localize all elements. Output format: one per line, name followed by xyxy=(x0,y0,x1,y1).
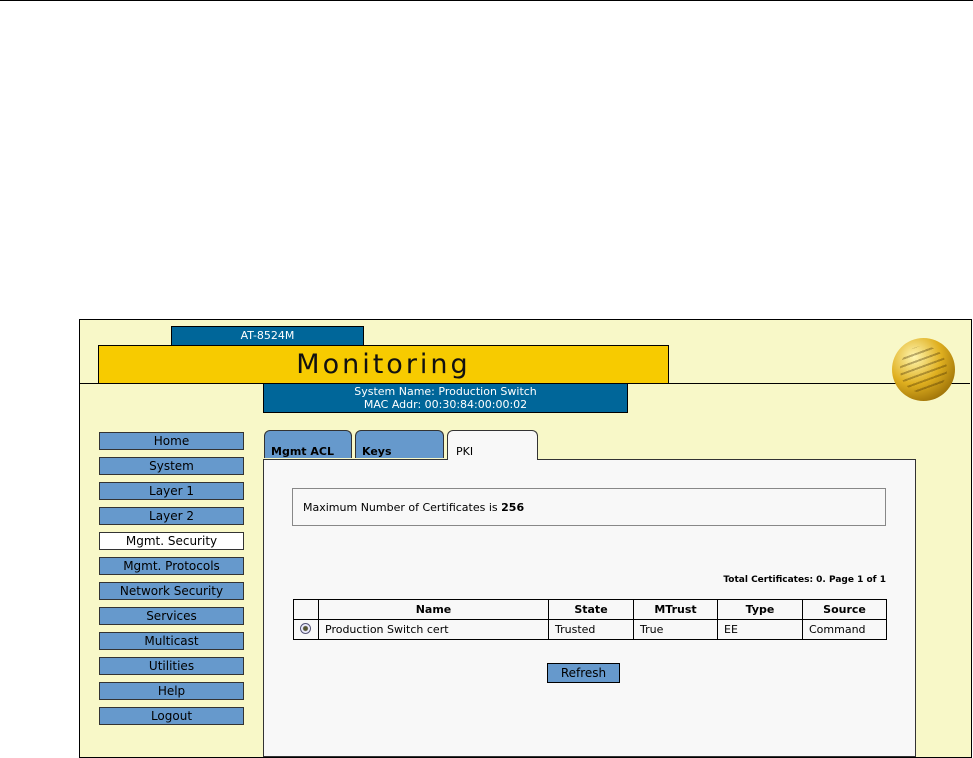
header-state: State xyxy=(548,599,634,620)
page-title: Monitoring xyxy=(98,345,669,384)
system-name: System Name: Production Switch xyxy=(354,385,537,398)
nav-utilities[interactable]: Utilities xyxy=(99,657,244,675)
nav-home[interactable]: Home xyxy=(99,432,244,450)
system-info: System Name: Production Switch MAC Addr:… xyxy=(263,384,628,413)
radio-button[interactable] xyxy=(300,622,311,634)
refresh-button[interactable]: Refresh xyxy=(547,663,620,683)
tab-keys[interactable]: Keys xyxy=(355,430,444,458)
nav-network-security[interactable]: Network Security xyxy=(99,582,244,600)
header-mtrust: MTrust xyxy=(633,599,718,620)
cell-name: Production Switch cert xyxy=(318,619,549,640)
tab-pki[interactable]: PKI xyxy=(447,430,538,460)
table-header: Name State MTrust Type Source xyxy=(293,599,887,620)
top-rule xyxy=(0,0,973,1)
header-name: Name xyxy=(318,599,549,620)
cell-mtrust: True xyxy=(633,619,718,640)
header-select xyxy=(293,599,319,620)
max-certificates-label: Maximum Number of Certificates is xyxy=(303,501,498,514)
header-source: Source xyxy=(802,599,887,620)
cell-source: Command xyxy=(802,619,887,640)
nav-system[interactable]: System xyxy=(99,457,244,475)
nav-services[interactable]: Services xyxy=(99,607,244,625)
max-certificates-box: Maximum Number of Certificates is 256 xyxy=(292,488,886,526)
nav-logout[interactable]: Logout xyxy=(99,707,244,725)
certificates-table: Name State MTrust Type Source Production… xyxy=(293,599,887,640)
nav-help[interactable]: Help xyxy=(99,682,244,700)
tab-mgmt-acl[interactable]: Mgmt ACL xyxy=(264,430,352,458)
cell-type: EE xyxy=(717,619,803,640)
nav-mgmt-protocols[interactable]: Mgmt. Protocols xyxy=(99,557,244,575)
model-label: AT-8524M xyxy=(171,326,364,345)
nav-mgmt-security[interactable]: Mgmt. Security xyxy=(99,532,244,550)
table-row: Production Switch cert Trusted True EE C… xyxy=(293,619,887,640)
cell-state: Trusted xyxy=(548,619,634,640)
nav-layer-1[interactable]: Layer 1 xyxy=(99,482,244,500)
header-type: Type xyxy=(717,599,803,620)
total-certificates: Total Certificates: 0. Page 1 of 1 xyxy=(723,575,886,585)
nav-layer-2[interactable]: Layer 2 xyxy=(99,507,244,525)
row-select[interactable] xyxy=(293,619,319,640)
globe-logo-icon xyxy=(892,338,955,401)
mac-address: MAC Addr: 00:30:84:00:00:02 xyxy=(363,398,528,411)
nav-multicast[interactable]: Multicast xyxy=(99,632,244,650)
max-certificates-value: 256 xyxy=(501,501,525,514)
